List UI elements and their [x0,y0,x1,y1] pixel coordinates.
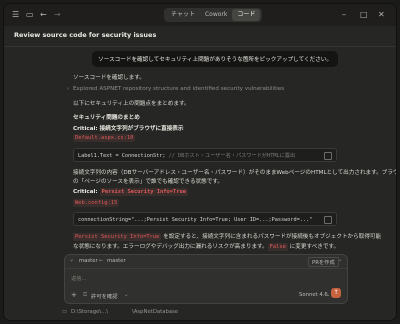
chevron-right-icon[interactable]: › [67,86,69,92]
lock-icon: ⚿ [83,292,88,298]
code-line: Label1.Text = ConnectionStr; [78,153,166,159]
workspace-path-right[interactable]: \AspNetDatabase [132,309,178,315]
back-arrow-icon[interactable]: ← [40,9,47,21]
chevron-down-icon[interactable]: ⌄ [124,292,128,298]
panel-icon[interactable]: ▭ [26,9,34,21]
chevron-down-icon[interactable]: ⌄ [121,31,126,38]
add-attachment-button[interactable]: + [71,291,77,299]
chevron-down-icon[interactable]: ⌄ [326,292,330,298]
issue1-file: Default.aspx.cs:10 [73,134,136,142]
session-title[interactable]: Review source code for security issues [14,31,156,39]
issue1-desc-line2: の「ページのソースを表示」で誰でも確認できる状態です。 [73,179,223,185]
code-block-2: connectionString="...;Persist Security I… [73,212,337,226]
app-window: ☰ ▭ ← → チャット Cowork コード – □ ✕ Review sou… [4,4,396,320]
summary-intro: 以下にセキュリティ上の問題点をまとめます。 [73,101,190,107]
branch-from[interactable]: master [79,258,98,264]
code-comment: // DBホスト・ユーザー名・パスワードがHTMLに露出 [168,153,296,159]
user-message: ソースコードを確認してセキュリティ上問題がありそうな箇所をピックアップしてくださ… [92,51,338,67]
issue1-desc-line1: 接続文字列の内容（DBサーバーアドレス・ユーザー名・パスワード）がそのままWeb… [73,170,396,176]
folder-icon: ▭ [62,309,68,315]
issue2-prefix: Critical: [73,189,100,195]
copy-icon[interactable] [324,216,332,224]
tab-chat[interactable]: チャット [166,9,200,21]
composer: ⑂ master ← master PRを作成 ⌄ 返信... + ⚿ 許可を確… [64,254,348,304]
tab-cowork[interactable]: Cowork [200,9,232,21]
explored-summary[interactable]: Explored ASPNET repository structure and… [73,86,284,92]
branch-to[interactable]: master [107,258,126,264]
issue2-desc-line2: な状態になります。エラーログやデバッグ出力に漏れるリスクが高まります。 False… [73,243,340,251]
branch-icon: ⑂ [70,258,74,264]
status-bar: ▭ D:\Storage\...\ \AspNetDatabase [4,306,396,320]
title-bar: ☰ ▭ ← → チャット Cowork コード – □ ✕ [4,4,396,26]
forward-arrow-icon[interactable]: → [54,9,61,21]
code-block-1: Label1.Text = ConnectionStr; // DBホスト・ユー… [73,148,337,162]
section-heading: セキュリティ問題のまとめ [73,115,140,121]
maximize-icon[interactable]: □ [360,9,368,21]
reply-input[interactable]: 返信... [71,274,87,282]
branch-arrow: ← [99,258,104,264]
branch-bar: ⑂ master ← master PRを作成 ⌄ [65,255,347,269]
issue2-code-label: Persist Security Info=True [99,188,188,196]
issue2-desc-line1: Persist Security Info=True を設定すると、接続文字列に… [73,233,382,241]
close-icon[interactable]: ✕ [378,9,385,21]
conversation: ソースコードを確認してセキュリティ上問題がありそうな箇所をピックアップしてくださ… [4,47,396,257]
session-header: Review source code for security issues ⌄ [4,26,396,47]
create-pr-button[interactable]: PRを作成 [308,257,339,267]
issue2-title: Critical: Persist Security Info=True [73,188,188,196]
workspace-path-left[interactable]: D:\Storage\...\ [71,309,108,315]
sidebar-menu-icon[interactable]: ☰ [12,9,19,21]
assistant-ack: ソースコードを確認します。 [73,75,145,81]
mode-switcher: チャット Cowork コード [164,8,263,22]
chevron-down-icon[interactable]: ⌄ [338,257,342,263]
tab-code[interactable]: コード [232,9,261,21]
code-line: connectionString="...;Persist Security I… [78,217,313,223]
model-selector[interactable]: Sonnet 4.6 [299,292,328,298]
false-code: False [267,243,288,251]
minimize-icon[interactable]: – [342,9,346,21]
issue2-file: Web.config:15 [73,199,120,207]
send-button[interactable]: ↑ [331,288,341,298]
copy-icon[interactable] [324,152,332,160]
issue1-title: Critical: 接続文字列がブラウザに直接表示 [73,126,184,132]
issue2-desc-code: Persist Security Info=True [73,233,162,241]
permission-selector[interactable]: 許可を確認 [91,292,118,300]
